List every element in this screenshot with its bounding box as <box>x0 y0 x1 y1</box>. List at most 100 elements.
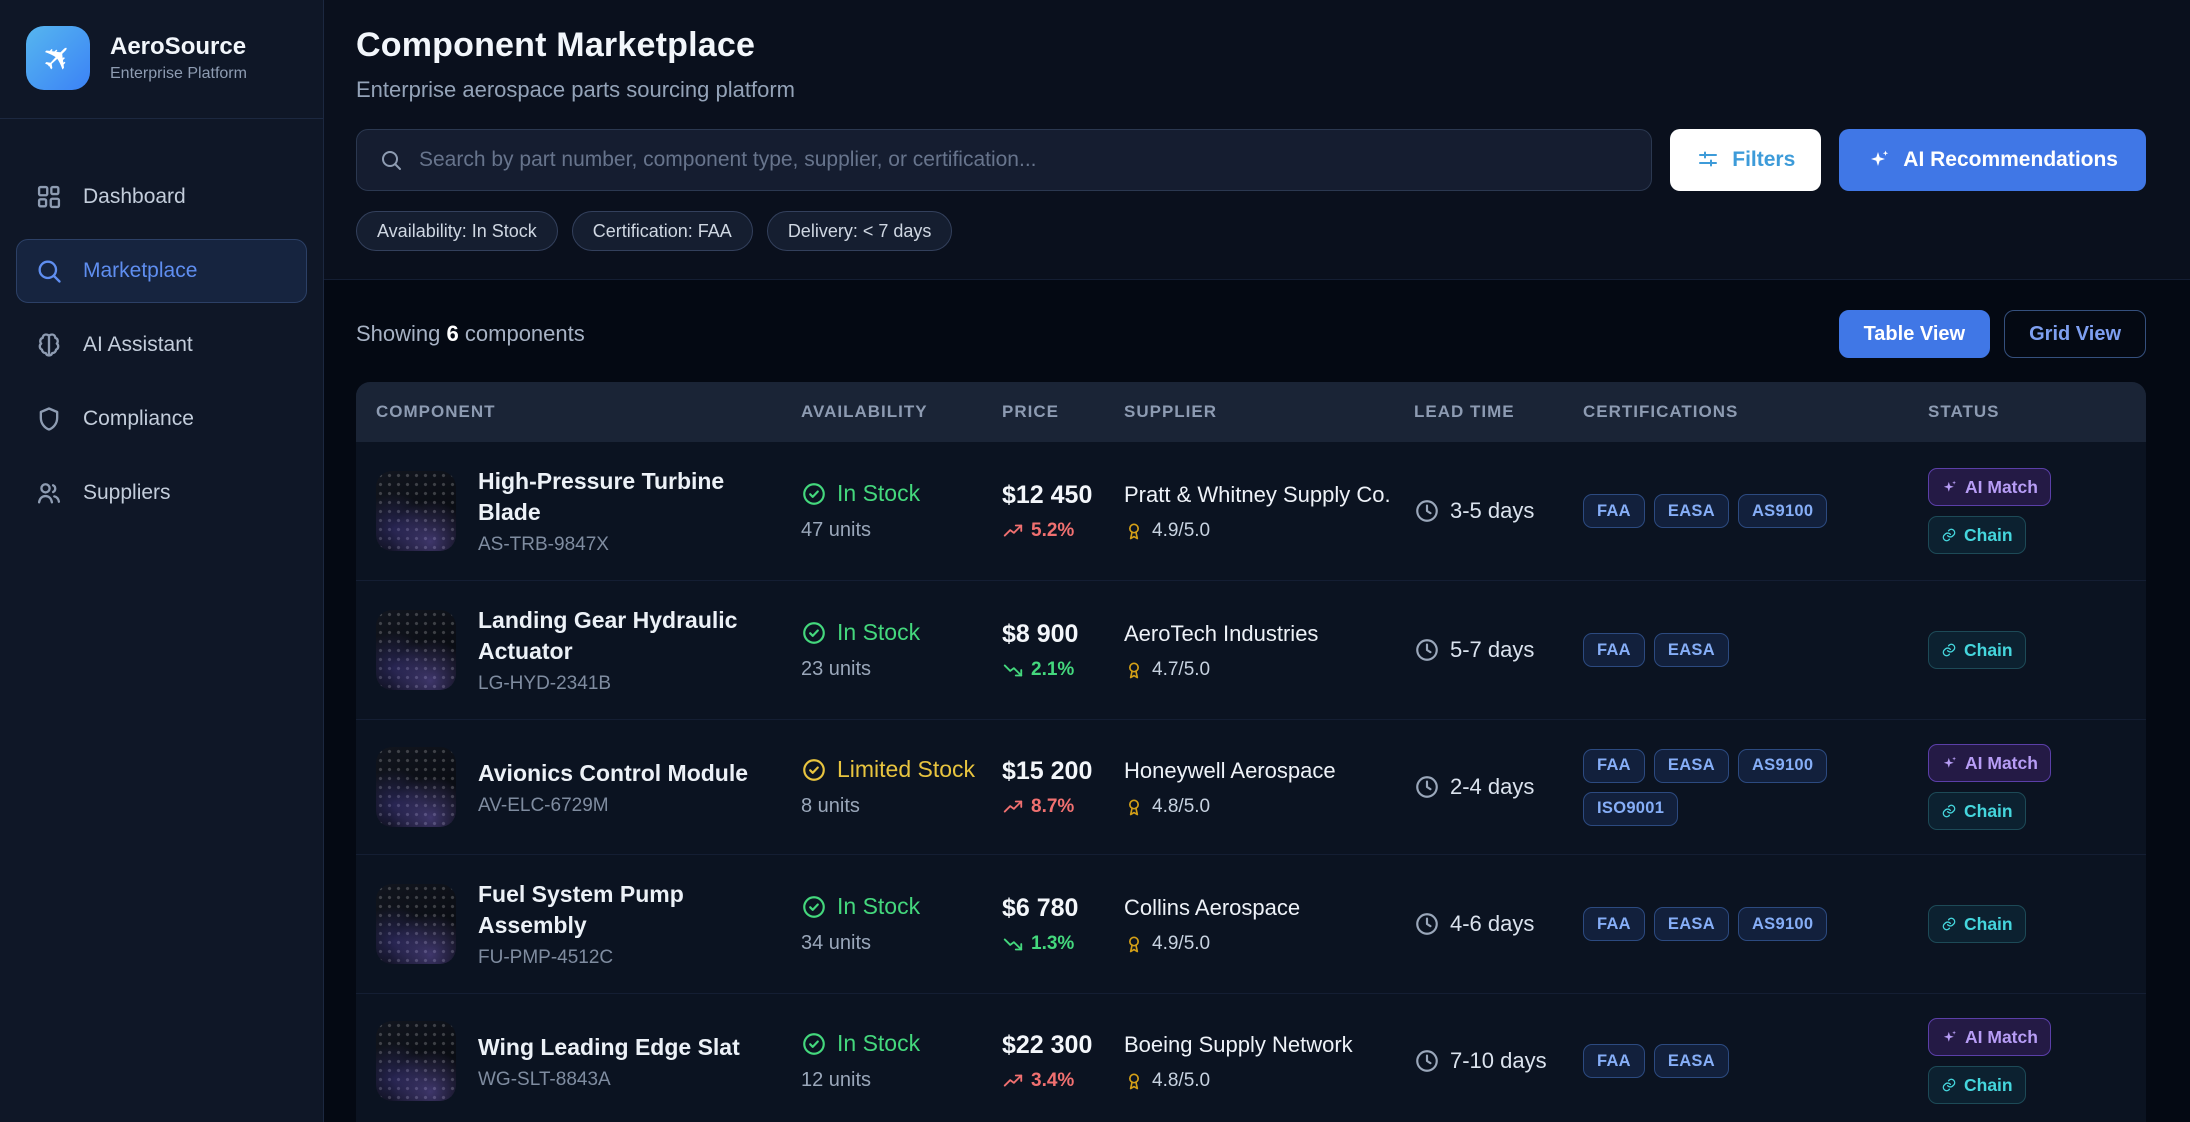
ai-match-badge[interactable]: AI Match <box>1928 468 2051 506</box>
component-part-number: LG-HYD-2341B <box>478 673 787 695</box>
component-name: Fuel System Pump Assembly <box>478 879 787 941</box>
component-name: Wing Leading Edge Slat <box>478 1032 740 1063</box>
ai-match-badge[interactable]: AI Match <box>1928 744 2051 782</box>
medal-icon <box>1124 797 1144 817</box>
rating-value: 4.8/5.0 <box>1152 1070 1210 1092</box>
sidebar-nav: Dashboard Marketplace AI Assistant Compl… <box>0 119 323 525</box>
ai-match-label: AI Match <box>1965 1027 2038 1048</box>
supplier-cell: Collins Aerospace 4.9/5.0 <box>1124 869 1414 979</box>
filter-chip-certification[interactable]: Certification: FAA <box>572 211 753 251</box>
grid-icon <box>35 183 63 211</box>
supplier-cell: AeroTech Industries 4.7/5.0 <box>1124 595 1414 705</box>
certification-badge: FAA <box>1583 907 1645 941</box>
search-box[interactable] <box>356 129 1652 191</box>
component-thumbnail <box>376 471 456 551</box>
brand-text: AeroSource Enterprise Platform <box>110 33 247 83</box>
clock-icon <box>1414 498 1440 524</box>
supplier-name: Collins Aerospace <box>1124 893 1400 924</box>
sidebar-item-label: Dashboard <box>83 185 186 209</box>
supplier-rating: 4.8/5.0 <box>1124 796 1400 818</box>
rating-value: 4.9/5.0 <box>1152 933 1210 955</box>
sidebar-item-label: AI Assistant <box>83 333 193 357</box>
table-row[interactable]: Fuel System Pump Assembly FU-PMP-4512C I… <box>356 854 2146 993</box>
certification-badge: AS9100 <box>1738 749 1827 783</box>
component-cell: Landing Gear Hydraulic Actuator LG-HYD-2… <box>376 581 801 719</box>
supplier-cell: Pratt & Whitney Supply Co. 4.9/5.0 <box>1124 456 1414 566</box>
chain-badge[interactable]: Chain <box>1928 792 2026 830</box>
price-cell: $12 450 5.2% <box>1002 457 1124 566</box>
sparkles-icon <box>1941 1029 1958 1046</box>
sidebar-item-compliance[interactable]: Compliance <box>16 387 307 451</box>
availability-status: In Stock <box>837 480 920 507</box>
table-row[interactable]: Wing Leading Edge Slat WG-SLT-8843A In S… <box>356 993 2146 1122</box>
link-icon <box>1941 803 1957 819</box>
component-part-number: FU-PMP-4512C <box>478 947 787 969</box>
grid-view-button[interactable]: Grid View <box>2004 310 2146 358</box>
status-cell: AI Match Chain <box>1928 994 2126 1122</box>
price-value: $6 780 <box>1002 894 1110 923</box>
clock-icon <box>1414 637 1440 663</box>
availability-status: In Stock <box>837 619 920 646</box>
table-row[interactable]: Avionics Control Module AV-ELC-6729M Lim… <box>356 719 2146 854</box>
column-header-status: Status <box>1928 382 2126 442</box>
chain-badge[interactable]: Chain <box>1928 905 2026 943</box>
app-root: ✈ AeroSource Enterprise Platform Dashboa… <box>0 0 2190 1122</box>
table-header-row: Component Availability Price Supplier Le… <box>356 382 2146 442</box>
price-trend: 5.2% <box>1002 520 1110 542</box>
link-icon <box>1941 527 1957 543</box>
content: Showing 6 components Table View Grid Vie… <box>324 280 2190 1122</box>
check-circle-icon <box>801 894 827 920</box>
trend-up-icon <box>1002 1070 1024 1092</box>
sidebar-item-dashboard[interactable]: Dashboard <box>16 165 307 229</box>
chain-badge[interactable]: Chain <box>1928 516 2026 554</box>
sidebar-item-ai-assistant[interactable]: AI Assistant <box>16 313 307 377</box>
sidebar-item-marketplace[interactable]: Marketplace <box>16 239 307 303</box>
trend-value: 3.4% <box>1031 1070 1074 1092</box>
component-thumbnail <box>376 1021 456 1101</box>
rating-value: 4.7/5.0 <box>1152 659 1210 681</box>
filters-button[interactable]: Filters <box>1670 129 1821 191</box>
trend-value: 5.2% <box>1031 520 1074 542</box>
trend-value: 1.3% <box>1031 933 1074 955</box>
trend-down-icon <box>1002 933 1024 955</box>
certifications-cell: FAAEASA <box>1583 581 1928 719</box>
component-thumbnail <box>376 610 456 690</box>
component-text: Landing Gear Hydraulic Actuator LG-HYD-2… <box>478 605 787 695</box>
component-text: Fuel System Pump Assembly FU-PMP-4512C <box>478 879 787 969</box>
ai-recommendations-button[interactable]: AI Recommendations <box>1839 129 2146 191</box>
trend-down-icon <box>1002 659 1024 681</box>
component-thumbnail <box>376 884 456 964</box>
page-header: Component Marketplace Enterprise aerospa… <box>324 0 2190 280</box>
lead-time-cell: 4-6 days <box>1414 855 1583 993</box>
supplier-rating: 4.8/5.0 <box>1124 1070 1400 1092</box>
certification-badge: FAA <box>1583 633 1645 667</box>
trend-up-icon <box>1002 796 1024 818</box>
search-input[interactable] <box>419 148 1629 172</box>
price-value: $8 900 <box>1002 620 1110 649</box>
supplier-rating: 4.7/5.0 <box>1124 659 1400 681</box>
table-row[interactable]: High-Pressure Turbine Blade AS-TRB-9847X… <box>356 442 2146 580</box>
status-cell: AI Match Chain <box>1928 442 2126 580</box>
status-cell: AI Match Chain <box>1928 581 2126 719</box>
ai-match-label: AI Match <box>1965 477 2038 498</box>
price-cell: $22 300 3.4% <box>1002 1007 1124 1116</box>
filter-chip-delivery[interactable]: Delivery: < 7 days <box>767 211 953 251</box>
table-view-button[interactable]: Table View <box>1839 310 1991 358</box>
certification-badge: EASA <box>1654 907 1729 941</box>
chain-badge[interactable]: Chain <box>1928 631 2026 669</box>
price-trend: 1.3% <box>1002 933 1110 955</box>
active-filter-chips: Availability: In Stock Certification: FA… <box>356 211 2146 251</box>
sidebar-item-suppliers[interactable]: Suppliers <box>16 461 307 525</box>
price-trend: 2.1% <box>1002 659 1110 681</box>
certifications-cell: FAAEASAAS9100 <box>1583 442 1928 580</box>
units-count: 47 units <box>801 519 988 542</box>
filter-chip-availability[interactable]: Availability: In Stock <box>356 211 558 251</box>
component-text: Avionics Control Module AV-ELC-6729M <box>478 758 748 817</box>
chain-badge[interactable]: Chain <box>1928 1066 2026 1104</box>
component-part-number: WG-SLT-8843A <box>478 1069 740 1091</box>
sidebar-item-label: Compliance <box>83 407 194 431</box>
ai-match-badge[interactable]: AI Match <box>1928 1018 2051 1056</box>
search-icon <box>379 148 403 172</box>
table-row[interactable]: Landing Gear Hydraulic Actuator LG-HYD-2… <box>356 580 2146 719</box>
certification-badge: AS9100 <box>1738 494 1827 528</box>
